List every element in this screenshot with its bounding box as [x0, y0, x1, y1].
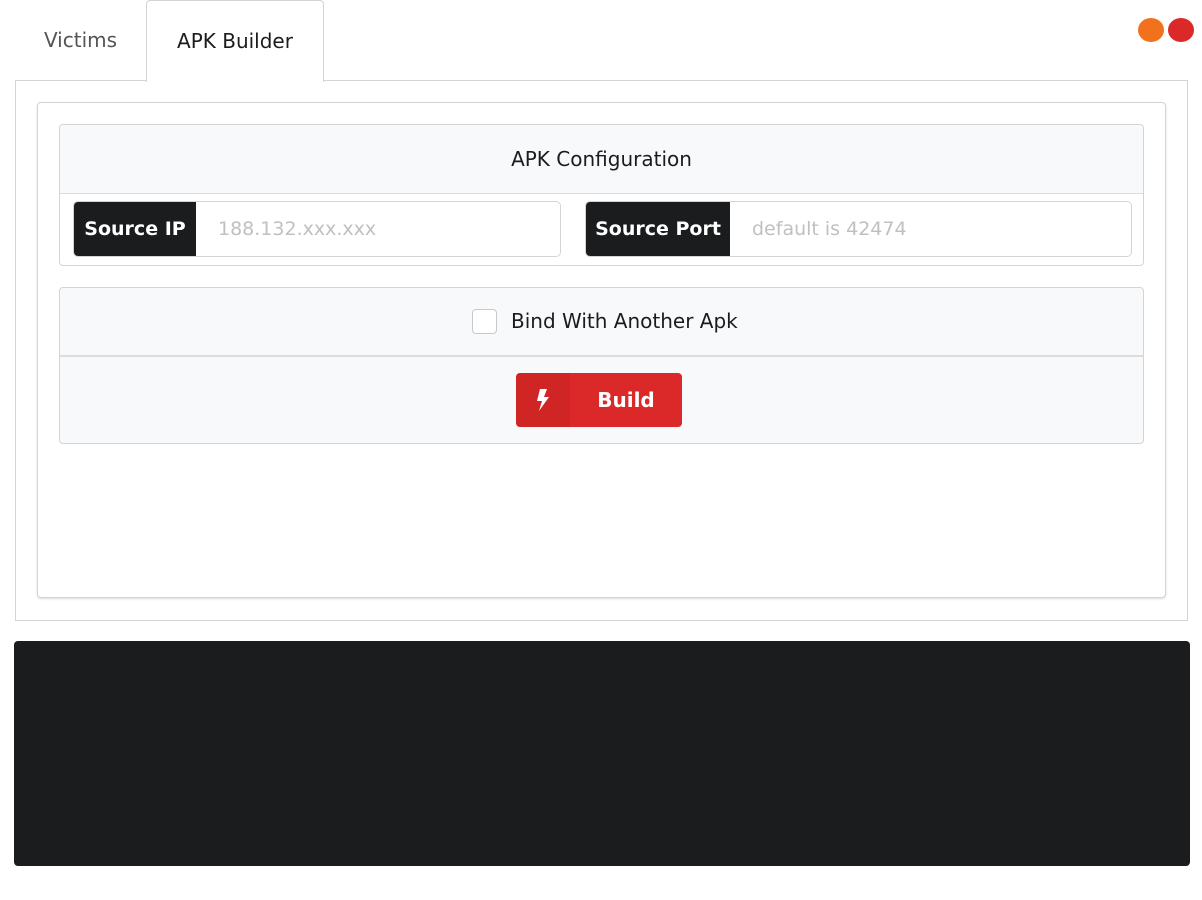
source-ip-field: Source IP: [73, 201, 561, 257]
lightning-icon: [516, 373, 570, 427]
bind-apk-label[interactable]: Bind With Another Apk: [511, 309, 738, 334]
bind-row: Bind With Another Apk: [60, 288, 1143, 357]
apk-builder-panel: APK Configuration Source IP Source Port …: [15, 80, 1188, 621]
tab-victims[interactable]: Victims: [15, 0, 146, 80]
bind-apk-checkbox[interactable]: [472, 309, 497, 334]
tab-bar: Victims APK Builder: [15, 0, 1188, 82]
tab-apk-builder[interactable]: APK Builder: [146, 0, 324, 82]
build-button[interactable]: Build: [516, 373, 682, 427]
bind-section: Bind With Another Apk Build: [59, 287, 1144, 444]
source-ip-label: Source IP: [74, 202, 196, 256]
builder-card: APK Configuration Source IP Source Port …: [37, 102, 1166, 598]
source-ip-input[interactable]: [196, 202, 560, 256]
source-port-input[interactable]: [730, 202, 1131, 256]
source-port-field: Source Port: [585, 201, 1132, 257]
apk-configuration-section: APK Configuration Source IP Source Port: [59, 124, 1144, 266]
source-port-label: Source Port: [586, 202, 730, 256]
log-console: [14, 641, 1190, 866]
build-button-label: Build: [597, 388, 655, 412]
configuration-title: APK Configuration: [60, 125, 1143, 194]
